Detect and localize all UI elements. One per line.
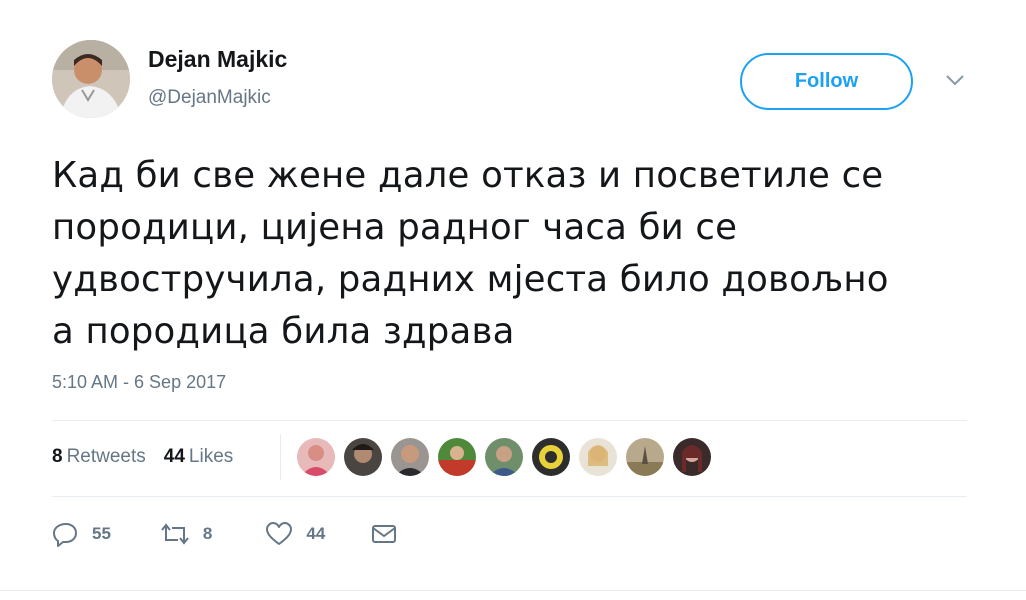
tweet-stats: 8 Retweets 44 Likes (52, 446, 233, 468)
likes-count: 44 (163, 446, 185, 467)
retweet-count: 8 (202, 524, 213, 543)
liker-avatar[interactable] (626, 438, 664, 476)
liker-avatar[interactable] (579, 438, 617, 476)
retweets-label: Retweets (66, 446, 146, 467)
tweet-card: Dejan Majkic @DejanMajkic Follow Кад би … (0, 0, 1026, 600)
reply-count: 55 (92, 524, 111, 543)
display-name[interactable]: Dejan Majkic (148, 46, 287, 73)
divider (0, 590, 1026, 591)
heart-icon (264, 520, 294, 548)
user-handle[interactable]: @DejanMajkic (148, 87, 271, 109)
follow-button[interactable]: Follow (740, 53, 913, 110)
like-button[interactable]: 44 (264, 520, 325, 548)
envelope-icon (369, 521, 399, 547)
liker-avatar[interactable] (485, 438, 523, 476)
divider (280, 434, 281, 480)
liker-avatar[interactable] (673, 438, 711, 476)
liker-avatar[interactable] (344, 438, 382, 476)
avatar[interactable] (52, 40, 130, 118)
likes-stat[interactable]: 44 Likes (164, 446, 234, 468)
tweet-actions: 55 8 44 (52, 520, 399, 548)
retweet-button[interactable]: 8 (159, 520, 212, 548)
reply-button[interactable]: 55 (52, 520, 111, 548)
chevron-down-icon[interactable] (942, 70, 968, 90)
liker-avatar[interactable] (391, 438, 429, 476)
retweets-stat[interactable]: 8 Retweets (52, 446, 146, 468)
tweet-timestamp[interactable]: 5:10 AM - 6 Sep 2017 (52, 372, 226, 393)
like-count: 44 (306, 524, 326, 543)
liker-avatars (297, 438, 711, 476)
liker-avatar[interactable] (532, 438, 570, 476)
retweets-count: 8 (52, 446, 63, 467)
retweet-icon (159, 520, 191, 548)
liker-avatar[interactable] (297, 438, 335, 476)
tweet-text: Кад би све жене дале отказ и посветиле с… (52, 155, 889, 352)
reply-icon (52, 520, 80, 548)
liker-avatar[interactable] (438, 438, 476, 476)
likes-label: Likes (188, 446, 234, 467)
divider (52, 420, 967, 421)
divider (52, 496, 967, 497)
direct-message-button[interactable] (369, 521, 399, 547)
